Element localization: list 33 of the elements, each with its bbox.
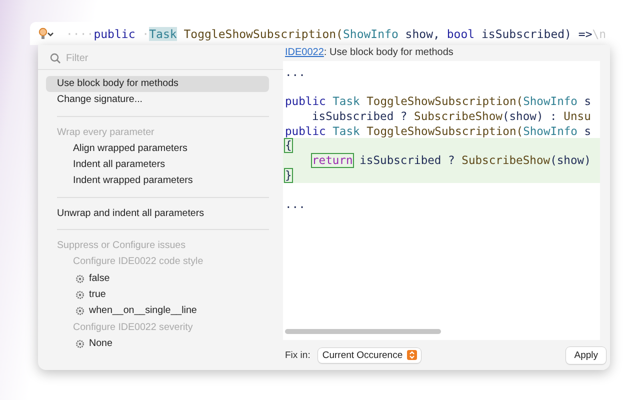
menu-item[interactable]: false <box>89 270 110 287</box>
menu-item[interactable]: Unwrap and indent all parameters <box>46 206 269 222</box>
section-header: Wrap every parameter <box>56 126 156 140</box>
apply-button[interactable]: Apply <box>566 346 606 364</box>
menu-item[interactable]: Use block body for methods <box>46 76 269 92</box>
search-icon <box>50 52 61 64</box>
code-line: { <box>285 139 292 152</box>
code-line: return isSubscribed ? SubscribeShow(show) <box>312 154 591 168</box>
scrollbar[interactable] <box>285 329 441 334</box>
fix-in-label: Fix in: <box>285 350 310 360</box>
up-down-arrows-icon <box>406 350 417 360</box>
menu-item[interactable]: when__on__single__line <box>89 303 197 320</box>
code-line: ... <box>285 198 306 212</box>
rule-title: : Use block body for methods <box>324 47 454 58</box>
code-line: public Task ToggleShowSubscription(ShowInfo s <box>285 95 592 108</box>
menu-item[interactable]: Indent wrapped parameters <box>46 173 269 190</box>
menu-item[interactable]: None <box>89 336 112 352</box>
code-line: isSubscribed ? SubscribeShow(show) : Unsu <box>312 110 591 124</box>
menu-item[interactable]: Change signature... <box>46 92 269 109</box>
code-line: public Task ToggleShowSubscription(ShowInfo s <box>285 124 592 138</box>
rule-link[interactable]: IDE0022 <box>285 47 324 58</box>
code-line: ... <box>285 66 306 79</box>
gear-icon <box>76 340 84 348</box>
menu-item[interactable]: Indent all parameters <box>46 157 269 174</box>
subsection-header: Configure IDE0022 code style <box>72 255 204 270</box>
scope-dropdown[interactable]: Current Occurence <box>318 348 421 362</box>
menu-item[interactable]: true <box>89 286 106 304</box>
subsection-header: Configure IDE0022 severity <box>72 320 194 335</box>
lightbulb-icon[interactable] <box>38 26 54 40</box>
filter-field[interactable]: Filter <box>66 52 216 64</box>
menu-item[interactable]: Align wrapped parameters <box>46 140 269 158</box>
code-line: } <box>285 168 292 182</box>
section-header: Suppress or Configure issues <box>56 239 187 254</box>
